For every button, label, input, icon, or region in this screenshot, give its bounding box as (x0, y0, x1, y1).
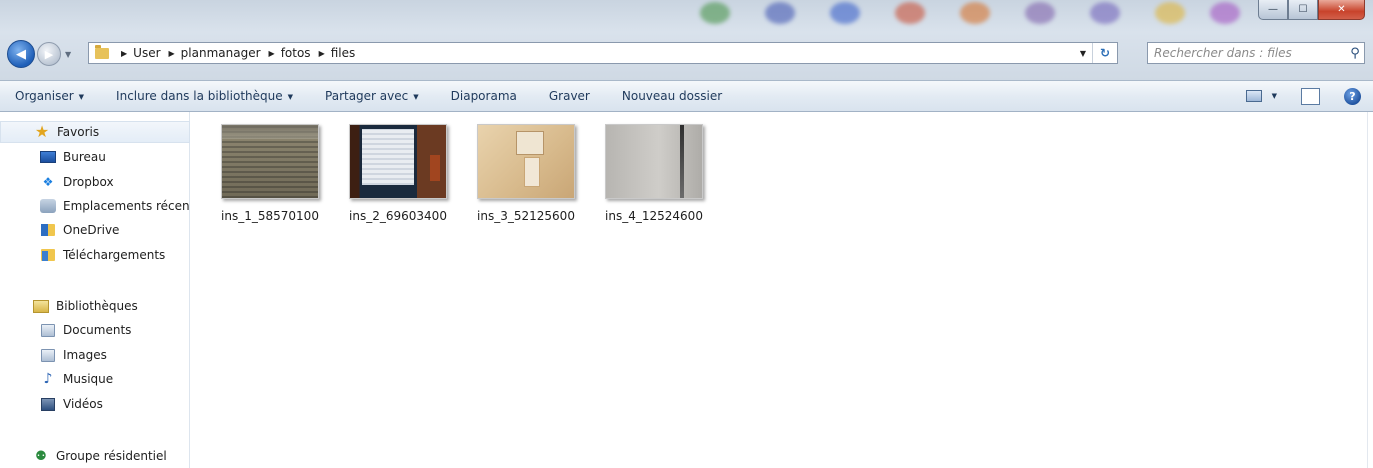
onedrive-folder-icon (41, 224, 55, 236)
pane-divider (1367, 112, 1368, 468)
search-icon[interactable]: ⚲ (1346, 46, 1364, 61)
preview-pane-icon[interactable] (1301, 87, 1320, 105)
refresh-icon[interactable]: ↻ (1092, 43, 1117, 63)
sidebar-item-music[interactable]: ♪ Musique (0, 368, 190, 390)
chevron-down-icon: ▼ (413, 93, 419, 101)
maximize-button[interactable]: ☐ (1288, 0, 1318, 20)
breadcrumb-planmanager[interactable]: ▶ planmanager (161, 46, 261, 60)
navigation-buttons: ◀ ▶ ▼ (7, 40, 71, 68)
include-in-library-button[interactable]: Inclure dans la bibliothèque ▼ (100, 89, 309, 103)
command-bar: Organiser ▼ Inclure dans la bibliothèque ▼… (0, 80, 1373, 112)
image-thumbnail (221, 124, 319, 199)
music-icon: ♪ (43, 371, 53, 387)
file-item[interactable]: ins_4_12524600 (592, 124, 716, 234)
burn-button[interactable]: Graver (533, 89, 606, 103)
image-thumbnail (605, 124, 703, 199)
file-name: ins_3_52125600 (477, 209, 575, 223)
sidebar-item-recent-places[interactable]: Emplacements récen (0, 195, 190, 217)
search-input[interactable]: Rechercher dans : files (1148, 46, 1346, 60)
sidebar-item-favorites[interactable]: ★ Favoris (0, 121, 190, 143)
navigation-pane: ★ Favoris Bureau ❖ Dropbox Emplacements … (0, 112, 190, 468)
sidebar-item-homegroup[interactable]: ⚉ Groupe résidentiel (0, 445, 190, 467)
window-controls: — ☐ ✕ (1258, 0, 1365, 20)
minimize-button[interactable]: — (1258, 0, 1288, 20)
blurred-taskbar-icons (690, 2, 1250, 32)
change-view-icon[interactable] (1245, 90, 1262, 102)
address-bar[interactable]: ▶ User ▶ planmanager ▶ fotos ▶ files ▼ ↻ (88, 42, 1118, 64)
file-item[interactable]: ins_2_69603400 (336, 124, 460, 234)
dropbox-icon: ❖ (42, 175, 54, 189)
help-icon[interactable]: ? (1344, 87, 1361, 105)
recent-pages-dropdown[interactable]: ▼ (65, 50, 71, 59)
share-with-button[interactable]: Partager avec ▼ (309, 89, 435, 103)
file-item[interactable]: ins_1_58570100 (208, 124, 332, 234)
file-name: ins_2_69603400 (349, 209, 447, 223)
slideshow-button[interactable]: Diaporama (435, 89, 533, 103)
chevron-down-icon: ▼ (78, 93, 85, 101)
sidebar-item-downloads[interactable]: Téléchargements (0, 244, 190, 266)
title-bar: — ☐ ✕ ◀ ▶ ▼ ▶ User ▶ planmanager ▶ fotos… (0, 0, 1373, 80)
homegroup-icon: ⚉ (35, 448, 47, 464)
close-button[interactable]: ✕ (1318, 0, 1365, 20)
desktop-icon (40, 151, 56, 163)
sidebar-item-dropbox[interactable]: ❖ Dropbox (0, 171, 190, 193)
libraries-icon (33, 299, 49, 313)
chevron-right-icon[interactable]: ▶ (319, 49, 325, 58)
chevron-right-icon[interactable]: ▶ (169, 49, 175, 58)
sidebar-item-libraries[interactable]: Bibliothèques (0, 295, 190, 317)
breadcrumb-files[interactable]: ▶ files (311, 46, 356, 60)
address-dropdown-icon[interactable]: ▼ (1074, 49, 1092, 58)
image-thumbnail (477, 124, 575, 199)
file-item[interactable]: ins_3_52125600 (464, 124, 588, 234)
search-box[interactable]: Rechercher dans : files ⚲ (1147, 42, 1365, 64)
file-name: ins_1_58570100 (221, 209, 319, 223)
breadcrumb-user[interactable]: ▶ User (113, 46, 161, 60)
chevron-down-icon: ▼ (287, 93, 294, 101)
breadcrumb-fotos[interactable]: ▶ fotos (261, 46, 311, 60)
forward-button[interactable]: ▶ (37, 42, 61, 66)
videos-icon (41, 397, 55, 411)
recent-places-icon (40, 199, 56, 213)
organize-button[interactable]: Organiser ▼ (0, 89, 100, 103)
sidebar-item-pictures[interactable]: Images (0, 344, 190, 366)
star-icon: ★ (34, 122, 50, 141)
sidebar-item-documents[interactable]: Documents (0, 319, 190, 341)
file-name: ins_4_12524600 (605, 209, 703, 223)
pictures-icon (41, 348, 55, 362)
view-options-dropdown[interactable]: ▼ (1272, 92, 1277, 100)
documents-icon (41, 323, 55, 337)
sidebar-item-desktop[interactable]: Bureau (0, 146, 190, 168)
file-list: ins_1_58570100 ins_2_69603400 ins_3_5212… (190, 112, 1373, 468)
chevron-right-icon[interactable]: ▶ (269, 49, 275, 58)
back-button[interactable]: ◀ (7, 40, 35, 68)
new-folder-button[interactable]: Nouveau dossier (606, 89, 738, 103)
sidebar-item-onedrive[interactable]: OneDrive (0, 219, 190, 241)
folder-icon (95, 44, 109, 59)
image-thumbnail (349, 124, 447, 199)
downloads-folder-icon (41, 249, 55, 261)
sidebar-item-videos[interactable]: Vidéos (0, 393, 190, 415)
chevron-right-icon[interactable]: ▶ (121, 49, 127, 58)
